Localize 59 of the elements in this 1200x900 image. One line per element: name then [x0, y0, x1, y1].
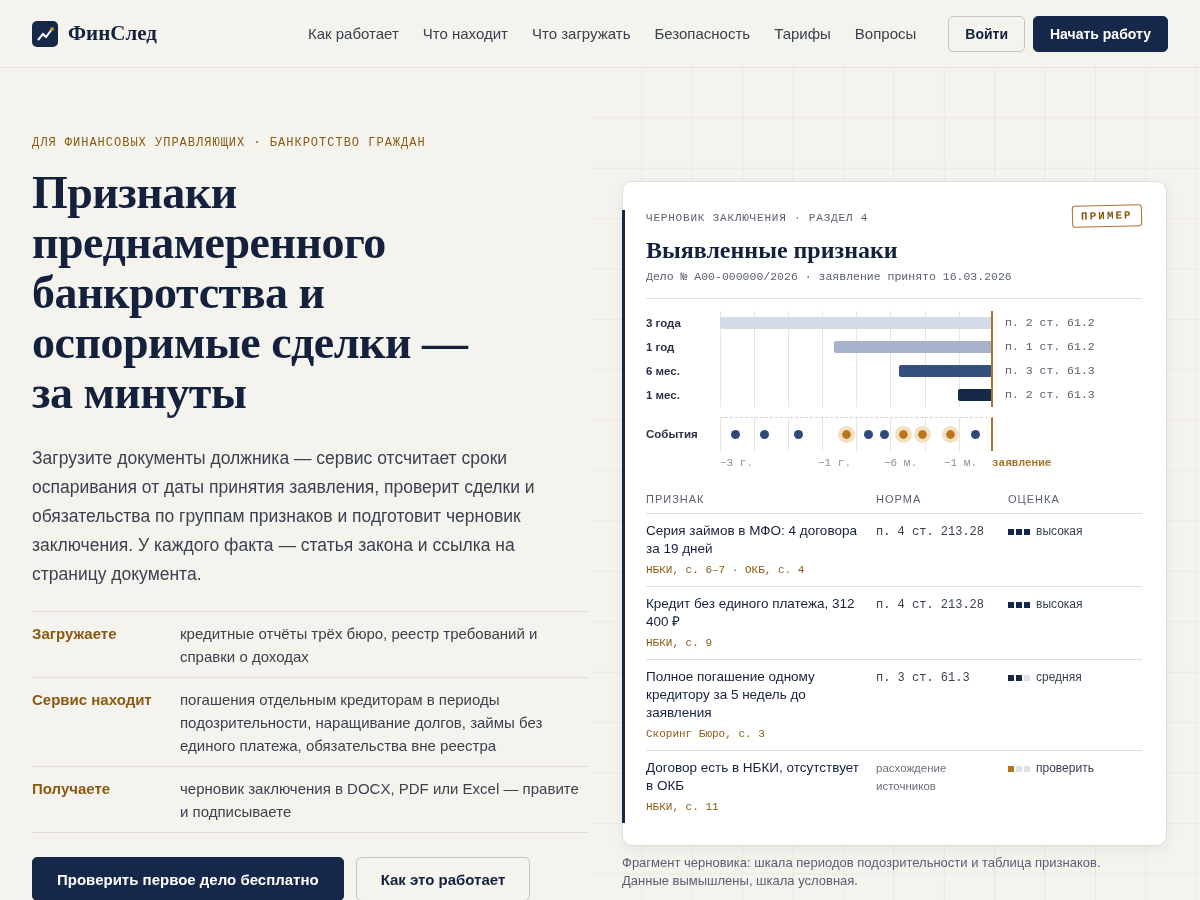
draft-eyebrow: ЧЕРНОВИК ЗАКЛЮЧЕНИЯ · РАЗДЕЛ 4	[646, 212, 869, 224]
column-header: ОЦЕНКА	[1008, 493, 1142, 514]
check-case-button[interactable]: Проверить первое дело бесплатно	[32, 857, 344, 900]
nav-link[interactable]: Что находит	[422, 25, 508, 42]
fact-text: черновик заключения в DOCX, PDF или Excel — правите и подписываете	[180, 779, 580, 822]
fact-term: Загружаете	[32, 624, 118, 644]
source-link[interactable]: НБКИ, с. 6–7 · ОКБ, с. 4	[646, 561, 868, 579]
fact-term: Получаете	[32, 779, 112, 799]
fact-term: Сервис находит	[32, 690, 153, 710]
sign-text: Полное погашение одному кредитору за 5 недель до заявления	[646, 669, 815, 720]
sign-text: Кредит без единого платежа, 312 400 ₽	[646, 596, 855, 629]
article-ref: п. 3 ст. 61.3	[876, 671, 970, 685]
article-ref: п. 3 ст. 61.3	[1004, 363, 1096, 379]
norm-note: расхождение источников	[876, 762, 947, 792]
sign-text: Договор есть в НБКИ, отсутствует в ОКБ	[646, 760, 859, 793]
nav-link[interactable]: Безопасность	[654, 25, 751, 42]
column-header: ПРИЗНАК	[646, 493, 876, 514]
fact-text: кредитные отчёты трёх бюро, реестр требований и справки о доходах	[180, 624, 539, 667]
axis-label: −6 м.	[884, 457, 917, 469]
login-button[interactable]: Войти	[948, 15, 1025, 52]
axis-label: заявление	[992, 457, 1052, 469]
caption-text: Фрагмент черновика: шкала периодов подозрительности и таблица признаков. Данные вымышлены, шкала условная.	[622, 854, 1102, 890]
column-header: НОРМА	[876, 493, 1008, 514]
rating-label: средняя	[1036, 670, 1082, 684]
hero-heading: Признаки преднамеренного банкротства и оспоримые сделки — за минуты	[32, 168, 470, 418]
case-subtitle: Дело № А00-000000/2026 · заявление принято 16.03.2026	[646, 270, 1142, 299]
start-button[interactable]: Начать работу	[1033, 15, 1168, 52]
period-label: 1 мес.	[646, 388, 681, 403]
axis-label: −3 г.	[720, 457, 753, 469]
sign-text: Серия займов в МФО: 4 договора за 19 дней	[646, 523, 857, 556]
source-link[interactable]: Скоринг Бюро, с. 3	[646, 725, 868, 743]
period-label: 6 мес.	[646, 364, 681, 379]
axis-label: −1 г.	[818, 457, 851, 469]
nav-link[interactable]: Вопросы	[854, 25, 917, 42]
article-ref: п. 2 ст. 61.2	[1004, 315, 1096, 331]
logo-text[interactable]: ФинСлед	[68, 21, 157, 46]
article-ref: п. 1 ст. 61.2	[1004, 339, 1096, 355]
events-label: События	[646, 427, 699, 442]
article-ref: п. 4 ст. 213.28	[876, 598, 985, 612]
article-ref: п. 4 ст. 213.28	[876, 525, 985, 539]
how-it-works-button[interactable]: Как это работает	[355, 857, 531, 900]
lead-paragraph: Загрузите документы должника — сервис отсчитает сроки оспаривания от даты принятия заявления, проверит сделки и обязательства по группам признаков и подготовит черновик заключения. У каждого факта — статья закона и ссылка на страницу документа.	[32, 447, 536, 586]
source-link[interactable]: НБКИ, с. 9	[646, 634, 868, 652]
rating-label: проверить	[1036, 761, 1094, 775]
logo-icon	[32, 20, 58, 47]
nav-link[interactable]: Как работает	[307, 25, 399, 42]
axis-label: −1 м.	[944, 457, 977, 469]
eyebrow-text: ДЛЯ ФИНАНСОВЫХ УПРАВЛЯЮЩИХ · БАНКРОТСТВО ГРАЖДАН	[32, 136, 427, 150]
period-label: 1 год	[646, 340, 676, 355]
source-link[interactable]: НБКИ, с. 11	[646, 798, 868, 816]
period-label: 3 года	[646, 316, 682, 331]
nav-link[interactable]: Что загружать	[531, 25, 631, 42]
article-ref: п. 2 ст. 61.3	[1004, 387, 1096, 403]
card-title: Выявленные признаки	[646, 237, 899, 264]
fact-text: погашения отдельным кредиторам в периоды подозрительности, наращивание долгов, займы без единого платежа, обязательства вне реестра	[180, 690, 544, 756]
example-stamp: ПРИМЕР	[1072, 204, 1143, 228]
rating-label: высокая	[1036, 524, 1083, 538]
rating-label: высокая	[1036, 597, 1083, 611]
nav-link[interactable]: Тарифы	[774, 25, 831, 42]
